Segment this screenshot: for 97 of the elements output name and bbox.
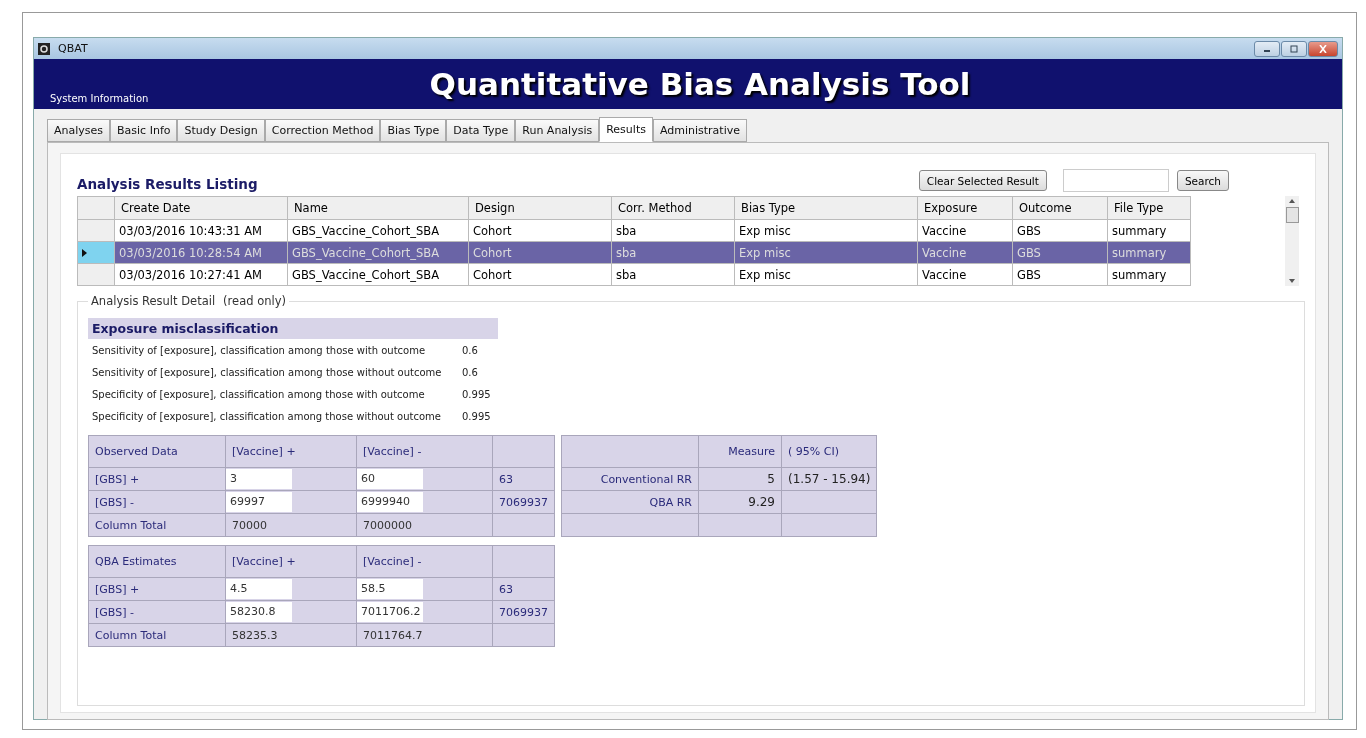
table-cell: [GBS] + xyxy=(88,577,226,601)
table-cell: 03/03/2016 10:43:31 AM xyxy=(114,219,288,242)
table-cell: Exp misc xyxy=(734,263,918,286)
column-header[interactable]: File Type xyxy=(1107,196,1191,220)
scroll-thumb[interactable] xyxy=(1285,207,1299,223)
scrollbar[interactable] xyxy=(1285,196,1299,286)
restore-icon xyxy=(1289,44,1299,53)
table-cell: Cohort xyxy=(468,263,612,286)
table-cell: 63 xyxy=(492,467,555,491)
row-pointer-icon xyxy=(82,248,87,257)
table-cell: GBS xyxy=(1012,219,1108,242)
table-cell: (1.57 - 15.94) xyxy=(781,467,877,491)
table-cell: Exp misc xyxy=(734,219,918,242)
table-cell: QBA RR xyxy=(561,490,699,514)
table-cell: 7000000 xyxy=(356,513,493,537)
column-header[interactable]: Corr. Method xyxy=(611,196,735,220)
group-title: Analysis Result Detail xyxy=(91,294,216,308)
close-button[interactable] xyxy=(1308,40,1338,57)
table-cell: [Vaccine] + xyxy=(225,545,357,578)
tab[interactable]: Data Type xyxy=(446,119,516,142)
table-cell: sba xyxy=(611,263,735,286)
table-cell: 9.29 xyxy=(698,490,782,514)
table-cell: 58235.3 xyxy=(225,623,357,647)
table-row[interactable]: 03/03/2016 10:43:31 AM GBS_Vaccine_Cohort_SBA Cohort sba Exp misc Vaccine GBS summary xyxy=(77,219,1191,242)
table-cell: [GBS] - xyxy=(88,600,226,624)
tab[interactable]: Run Analysis xyxy=(515,119,600,142)
window-title: QBAT xyxy=(58,42,88,55)
tab[interactable]: Correction Method xyxy=(264,119,381,142)
column-header[interactable]: Create Date xyxy=(114,196,288,220)
parameter-value: 0.6 xyxy=(462,366,478,378)
table-cell: GBS_Vaccine_Cohort_SBA xyxy=(287,241,469,264)
column-header[interactable]: Exposure xyxy=(917,196,1013,220)
row-header[interactable] xyxy=(77,241,115,264)
parameter-label: Sensitivity of [exposure], classification among those without outcome xyxy=(91,366,443,378)
table-cell: Vaccine xyxy=(917,263,1013,286)
table-cell: GBS xyxy=(1012,263,1108,286)
table-cell: QBA Estimates xyxy=(88,545,226,578)
table-cell: 7069937 xyxy=(492,490,555,514)
table-cell: [GBS] - xyxy=(88,490,226,514)
scroll-up-icon[interactable] xyxy=(1289,199,1295,203)
column-header[interactable]: Outcome xyxy=(1012,196,1108,220)
section-title: Analysis Results Listing xyxy=(77,176,258,192)
app-title: Quantitative Bias Analysis Tool xyxy=(429,65,971,103)
table-cell: [Vaccine] - xyxy=(356,545,493,578)
table-cell: Measure xyxy=(698,435,782,468)
table-cell: 03/03/2016 10:27:41 AM xyxy=(114,263,288,286)
search-field[interactable] xyxy=(1062,169,1169,192)
table-cell: summary xyxy=(1107,219,1191,242)
table-cell: [Vaccine] + xyxy=(225,435,357,468)
table-cell: Vaccine xyxy=(917,219,1013,242)
table-cell: GBS_Vaccine_Cohort_SBA xyxy=(287,263,469,286)
parameter-label: Specificity of [exposure], classification among those without outcome xyxy=(91,410,442,422)
parameter-value: 0.995 xyxy=(462,410,491,422)
table-row[interactable]: 03/03/2016 10:27:41 AM GBS_Vaccine_Cohort_SBA Cohort sba Exp misc Vaccine GBS summary xyxy=(77,263,1191,286)
tab[interactable]: Study Design xyxy=(177,119,265,142)
table-cell: 70000 xyxy=(225,513,357,537)
tab[interactable]: Results xyxy=(599,117,653,142)
table-cell: sba xyxy=(611,219,735,242)
column-header[interactable]: Name xyxy=(287,196,469,220)
read-only-note: (read only) xyxy=(223,294,286,308)
table-cell: Observed Data xyxy=(88,435,226,468)
table-cell: 7011764.7 xyxy=(356,623,493,647)
search-button[interactable]: Search xyxy=(1176,170,1229,191)
table-cell: 63 xyxy=(492,577,555,601)
table-cell: Cohort xyxy=(468,219,612,242)
table-cell: Exp misc xyxy=(734,241,918,264)
table-cell: 5 xyxy=(698,467,782,491)
table-cell: [GBS] + xyxy=(88,467,226,491)
parameter-value: 0.6 xyxy=(462,344,478,356)
table-row[interactable]: 03/03/2016 10:28:54 AM GBS_Vaccine_Cohort_SBA Cohort sba Exp misc Vaccine GBS summary xyxy=(77,241,1191,264)
tab[interactable]: Bias Type xyxy=(380,119,447,142)
parameter-value: 0.995 xyxy=(462,388,491,400)
minimize-button[interactable] xyxy=(1254,40,1280,57)
column-header[interactable]: Design xyxy=(468,196,612,220)
close-icon xyxy=(1318,44,1328,53)
column-header[interactable]: Bias Type xyxy=(734,196,918,220)
row-header-corner xyxy=(77,196,115,220)
table-cell: GBS_Vaccine_Cohort_SBA xyxy=(287,219,469,242)
table-cell: ( 95% CI) xyxy=(781,435,877,468)
app-icon xyxy=(38,42,50,55)
table-cell: [Vaccine] - xyxy=(356,435,493,468)
table-cell: summary xyxy=(1107,263,1191,286)
table-cell: 7069937 xyxy=(492,600,555,624)
parameter-label: Specificity of [exposure], classification among those with outcome xyxy=(91,388,426,400)
tab[interactable]: Administrative xyxy=(652,119,747,142)
scroll-down-icon[interactable] xyxy=(1289,279,1295,283)
table-cell: Column Total xyxy=(88,623,226,647)
table-cell: Column Total xyxy=(88,513,226,537)
system-information-link[interactable]: System Information xyxy=(50,93,149,104)
tab[interactable]: Basic Info xyxy=(110,119,178,142)
parameters-heading: Exposure misclassification xyxy=(88,318,498,339)
table-cell: 03/03/2016 10:28:54 AM xyxy=(114,241,288,264)
parameter-label: Sensitivity of [exposure], classification among those with outcome xyxy=(91,344,427,356)
table-cell: Conventional RR xyxy=(561,467,699,491)
tab[interactable]: Analyses xyxy=(47,119,111,142)
table-cell: Cohort xyxy=(468,241,612,264)
clear-selected-result-button[interactable]: Clear Selected Result xyxy=(918,170,1047,191)
